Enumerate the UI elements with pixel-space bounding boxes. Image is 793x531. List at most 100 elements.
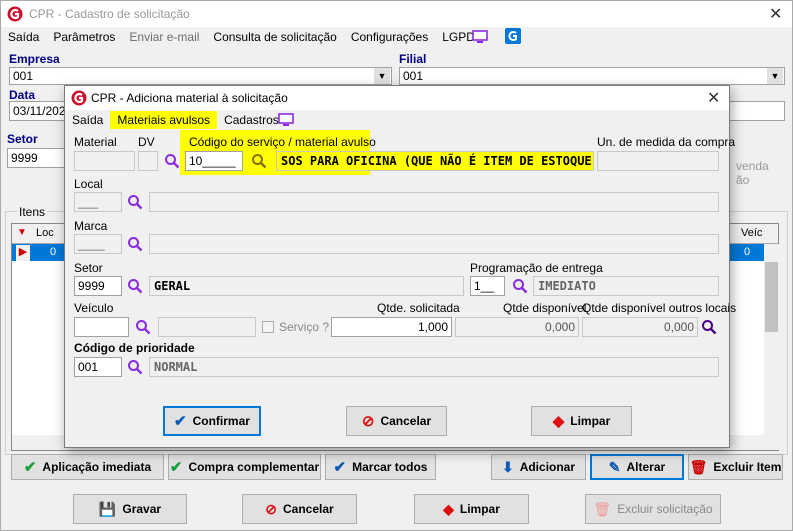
search-icon[interactable] bbox=[135, 319, 151, 335]
dialog-menu: Saída Materiais avulsos Cadastros bbox=[65, 110, 286, 130]
programacao-description: IMEDIATO bbox=[533, 276, 719, 296]
compra-complementar-button[interactable]: ✔ Compra complementar bbox=[168, 454, 321, 480]
monitor-icon[interactable] bbox=[472, 30, 488, 44]
empresa-select[interactable]: 001 ▼ bbox=[9, 67, 392, 85]
limpar-button[interactable]: ◆ Limpar bbox=[531, 406, 632, 436]
qtde-outros-field: 0,000 bbox=[582, 317, 698, 337]
menu-configuracoes[interactable]: Configurações bbox=[344, 28, 435, 46]
label-qtde-outros: Qtde disponível outros locais bbox=[582, 301, 737, 315]
cell-loc: 0 bbox=[50, 246, 57, 258]
cell-veic: 0 bbox=[744, 246, 751, 258]
menu-cadastros[interactable]: Cadastros bbox=[217, 111, 286, 129]
local-field[interactable]: ___ bbox=[74, 192, 122, 212]
search-icon[interactable] bbox=[251, 153, 267, 169]
search-icon[interactable] bbox=[127, 236, 143, 252]
app-badge-icon[interactable] bbox=[505, 28, 521, 44]
label-marca: Marca bbox=[74, 219, 108, 233]
label-filial: Filial bbox=[399, 52, 427, 66]
qtde-disponivel-field: 0,000 bbox=[455, 317, 579, 337]
side-text: venda ão bbox=[736, 159, 769, 187]
trash-icon: 🗑 bbox=[593, 500, 612, 517]
right-field[interactable] bbox=[729, 101, 785, 121]
menu-saida[interactable]: Saída bbox=[1, 28, 46, 46]
prioridade-field[interactable]: 001 bbox=[74, 357, 122, 377]
trash-icon: 🗑 bbox=[689, 458, 708, 475]
marcar-todos-button[interactable]: ✔ Marcar todos bbox=[325, 454, 436, 480]
dialog-title: CPR - Adiciona material à solicitação bbox=[91, 91, 288, 105]
cancelar-button[interactable]: ⊘ Cancelar bbox=[346, 406, 447, 436]
monitor-icon[interactable] bbox=[278, 113, 294, 127]
programacao-field[interactable]: 1__ bbox=[470, 276, 505, 296]
menu-materiais-avulsos[interactable]: Materiais avulsos bbox=[110, 111, 218, 129]
close-icon[interactable]: ✕ bbox=[769, 4, 782, 24]
marca-description bbox=[149, 234, 719, 254]
col-veic[interactable]: Veíc bbox=[741, 227, 762, 239]
main-menu: Saída Parâmetros Enviar e-mail Consulta … bbox=[1, 28, 482, 46]
label-material: Material bbox=[74, 135, 117, 149]
label-veiculo: Veículo bbox=[74, 301, 114, 315]
vertical-scrollbar[interactable] bbox=[764, 244, 779, 450]
label-qtde-solicitada: Qtde. solicitada bbox=[377, 301, 460, 315]
check-icon: ✔ bbox=[333, 459, 347, 476]
excluir-solicitacao-button[interactable]: 🗑 Excluir solicitação bbox=[585, 494, 721, 524]
search-icon[interactable] bbox=[701, 319, 717, 335]
setor-field[interactable]: 9999 bbox=[74, 276, 122, 296]
download-icon: ⬇ bbox=[501, 458, 514, 475]
label-empresa: Empresa bbox=[9, 52, 60, 66]
label-setor: Setor bbox=[74, 261, 103, 275]
label-itens: Itens bbox=[17, 205, 48, 219]
chevron-down-icon: ▼ bbox=[374, 68, 390, 84]
eraser-icon: ◆ bbox=[552, 413, 565, 430]
prioridade-description: NORMAL bbox=[149, 357, 719, 377]
sort-desc-icon[interactable]: ▼ bbox=[17, 227, 27, 238]
cancel-icon: ⊘ bbox=[265, 500, 278, 517]
veiculo-field[interactable] bbox=[74, 317, 129, 337]
confirmar-button[interactable]: ✔ Confirmar bbox=[163, 406, 261, 436]
label-local: Local bbox=[74, 177, 103, 191]
material-field[interactable] bbox=[74, 151, 135, 171]
label-dv: DV bbox=[138, 135, 155, 149]
cancel-icon: ⊘ bbox=[361, 413, 375, 430]
title-bar: CPR - Cadastro de solicitação ✕ bbox=[1, 1, 792, 27]
app-logo-icon bbox=[7, 6, 23, 22]
data-field[interactable]: 03/11/2020 bbox=[9, 101, 69, 121]
label-data: Data bbox=[9, 88, 36, 102]
excluir-item-button[interactable]: 🗑 Excluir Item bbox=[688, 454, 783, 480]
search-icon[interactable] bbox=[127, 278, 143, 294]
cancelar-button[interactable]: ⊘ Cancelar bbox=[242, 494, 357, 524]
dialog-window: CPR - Adiciona material à solicitação ✕ … bbox=[64, 85, 736, 448]
setor-description: GERAL bbox=[149, 276, 464, 296]
limpar-button[interactable]: ◆ Limpar bbox=[414, 494, 529, 524]
codigo-description: SOS PARA OFICINA (QUE NÃO É ITEM DE ESTO… bbox=[276, 151, 594, 171]
label-servico: Serviço ? bbox=[279, 320, 330, 334]
label-codigo-prioridade: Código de prioridade bbox=[74, 341, 195, 355]
alterar-button[interactable]: ✎ Alterar bbox=[590, 454, 684, 480]
menu-parametros[interactable]: Parâmetros bbox=[46, 28, 122, 46]
chevron-down-icon: ▼ bbox=[767, 68, 783, 84]
dv-field[interactable] bbox=[138, 151, 158, 171]
menu-consulta[interactable]: Consulta de solicitação bbox=[206, 28, 343, 46]
menu-saida[interactable]: Saída bbox=[65, 111, 110, 129]
qtde-solicitada-field[interactable]: 1,000 bbox=[331, 317, 452, 337]
dialog-title-bar: CPR - Adiciona material à solicitação ✕ bbox=[65, 86, 729, 110]
adicionar-button[interactable]: ⬇ Adicionar bbox=[491, 454, 586, 480]
un-medida-field[interactable] bbox=[597, 151, 719, 171]
gravar-button[interactable]: 💾 Gravar bbox=[73, 494, 187, 524]
filial-select[interactable]: 001 ▼ bbox=[399, 67, 785, 85]
close-icon[interactable]: ✕ bbox=[707, 88, 720, 108]
codigo-field[interactable]: 10_____ bbox=[185, 151, 243, 171]
col-loc[interactable]: Loc bbox=[36, 227, 54, 239]
eraser-icon: ◆ bbox=[443, 500, 454, 517]
marca-field[interactable]: ____ bbox=[74, 234, 122, 254]
search-icon[interactable] bbox=[127, 359, 143, 375]
app-logo-icon bbox=[71, 90, 87, 106]
search-icon[interactable] bbox=[127, 194, 143, 210]
label-un-medida: Un. de medida da compra bbox=[597, 135, 736, 149]
search-icon[interactable] bbox=[164, 153, 180, 169]
aplicacao-imediata-button[interactable]: ✔ Aplicação imediata bbox=[11, 454, 164, 480]
setor-field[interactable]: 9999 bbox=[7, 148, 67, 168]
servico-checkbox[interactable] bbox=[262, 321, 274, 333]
menu-enviar-email[interactable]: Enviar e-mail bbox=[122, 28, 206, 46]
check-icon: ✔ bbox=[23, 459, 37, 476]
search-icon[interactable] bbox=[512, 278, 528, 294]
